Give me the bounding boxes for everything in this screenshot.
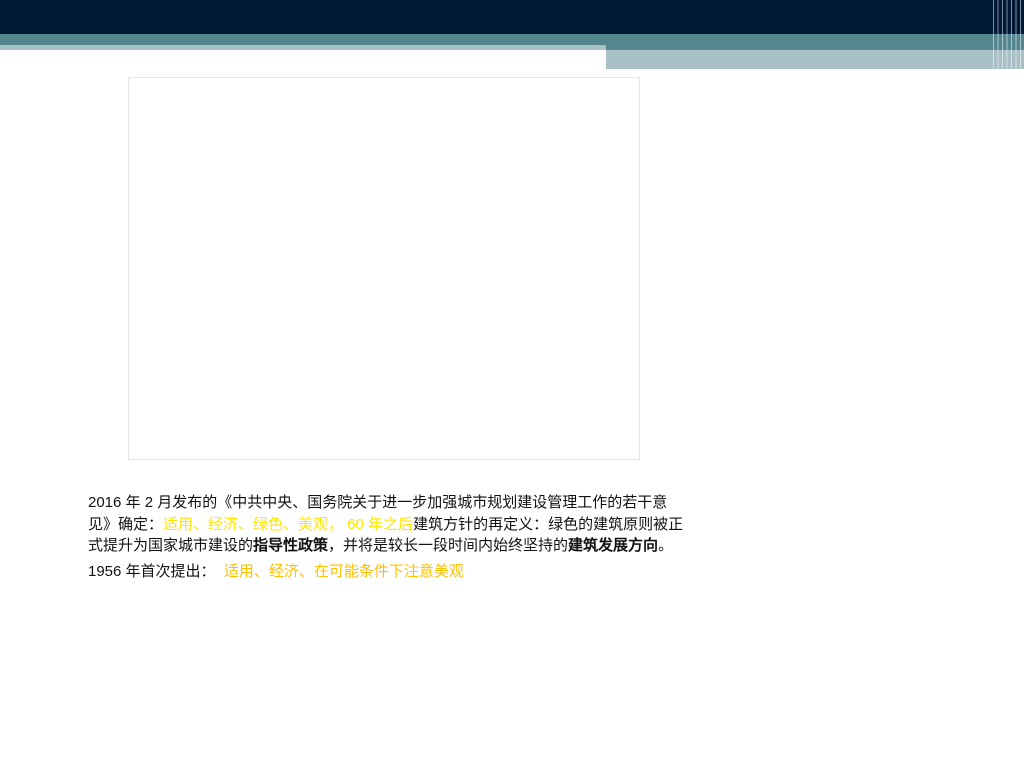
highlight-60-years: 60 年之后 <box>347 515 414 533</box>
bold-direction: 建筑发展方向 <box>568 537 659 554</box>
header-light-band <box>606 50 1024 69</box>
highlight-1956-principles: 适用、经济、在可能条件下注意美观 <box>223 562 464 580</box>
highlight-principles: 适用、经济、绿色、美观， <box>163 515 344 533</box>
slide-body-text: 2016 年 2 月发布的《中共中央、国务院关于进一步加强城市规划建设管理工作的… <box>88 492 688 585</box>
paragraph-2016: 2016 年 2 月发布的《中共中央、国务院关于进一步加强城市规划建设管理工作的… <box>88 492 688 557</box>
text: 。 <box>658 537 674 554</box>
text: ，并将是较长一段时间内始终坚持的 <box>328 537 569 554</box>
header-light-strip <box>0 45 606 50</box>
header-dark-band <box>0 0 1024 34</box>
bold-policy: 指导性政策 <box>253 537 329 554</box>
image-placeholder <box>128 77 640 460</box>
text: 1956 年首次提出： <box>88 562 216 580</box>
header-stripes-decoration <box>993 0 1024 69</box>
paragraph-1956: 1956 年首次提出： 适用、经济、在可能条件下注意美观 <box>88 561 688 583</box>
